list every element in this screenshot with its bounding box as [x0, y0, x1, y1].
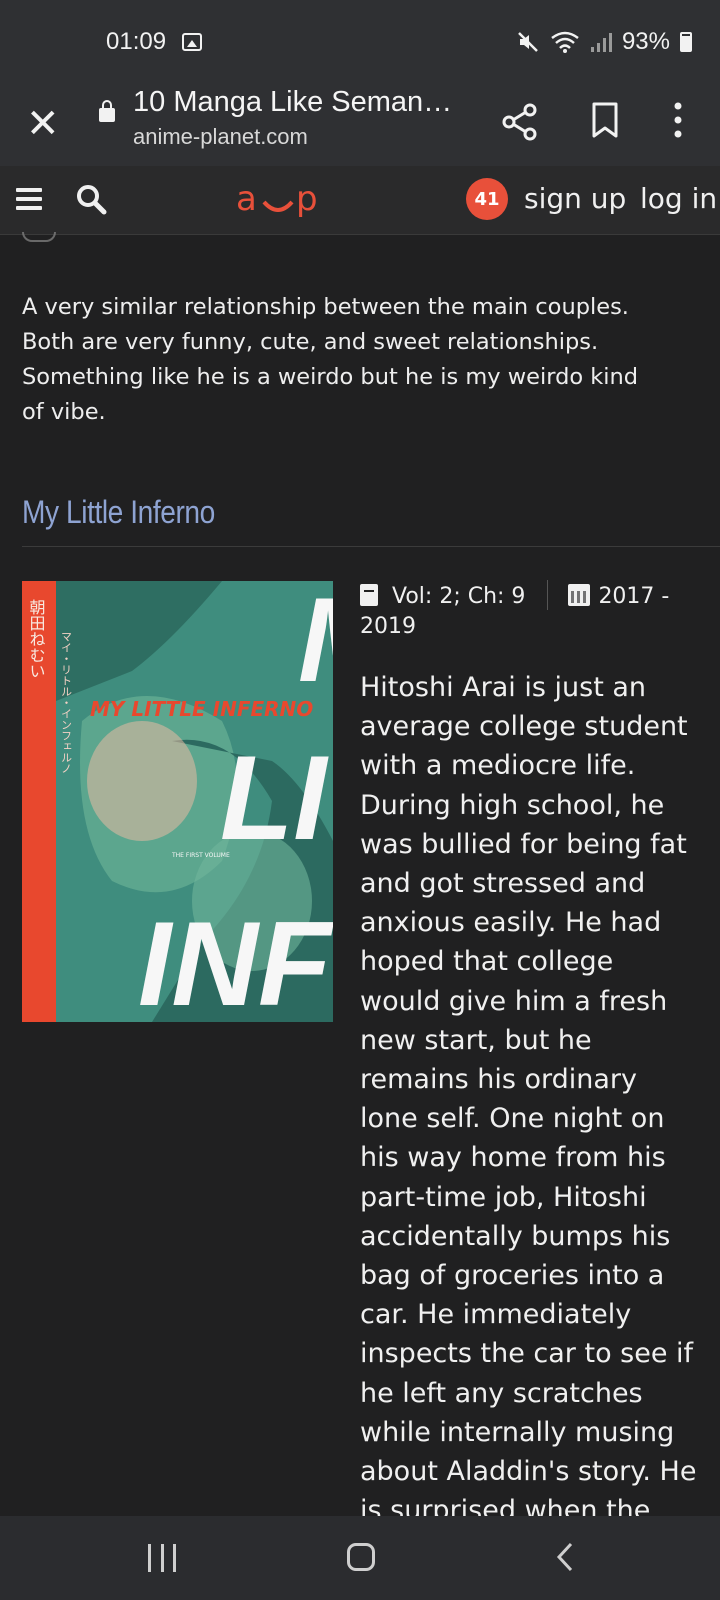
cover-letters-2: LIT [220, 731, 333, 865]
cover-author: 朝田ねむい [27, 599, 46, 679]
mute-icon [518, 32, 538, 52]
status-icons: 93% [516, 28, 692, 56]
hamburger-menu-icon[interactable] [16, 188, 42, 210]
browser-toolbar: ✕ 10 Manga Like Seman… anime-planet.com [0, 84, 720, 166]
signal-icon [590, 33, 612, 52]
back-icon[interactable] [556, 1542, 574, 1572]
more-options-icon[interactable] [672, 100, 684, 140]
status-bar: 01:09 93% [0, 0, 720, 84]
gallery-icon [182, 33, 202, 51]
recents-icon[interactable] [148, 1544, 176, 1572]
notification-badge[interactable]: 41 [466, 178, 508, 220]
site-header: a p 41 sign up log in [0, 166, 720, 235]
close-icon[interactable]: ✕ [26, 104, 60, 144]
svg-text:a: a [236, 179, 257, 219]
page-title[interactable]: 10 Manga Like Seman… [133, 86, 452, 119]
battery-percent: 93% [621, 28, 670, 55]
wifi-icon [551, 31, 579, 53]
log-in-link[interactable]: log in [640, 182, 717, 215]
cover-series-title: MY LITTLE INFERNO [90, 697, 313, 721]
calendar-icon [568, 584, 591, 606]
entry-metadata: Vol: 2; Ch: 9 2017 - 2019 [360, 580, 700, 642]
volumes-chapters: Vol: 2; Ch: 9 [392, 584, 526, 609]
share-icon[interactable] [500, 102, 540, 142]
page-domain[interactable]: anime-planet.com [133, 124, 308, 150]
sign-up-link[interactable]: sign up [524, 182, 626, 215]
cover-vertical-title: マイ・リトル・インフェルノ [60, 631, 73, 774]
meta-separator [547, 580, 549, 610]
lock-icon [99, 100, 115, 122]
svg-text:p: p [296, 179, 318, 219]
cover-letters-3: INFE [138, 897, 333, 1022]
book-icon [360, 584, 378, 606]
entry-title[interactable]: My Little Inferno [22, 494, 215, 531]
battery-icon [680, 32, 692, 52]
search-icon[interactable] [74, 182, 108, 216]
cover-letters-1: M [298, 581, 333, 707]
home-icon[interactable] [347, 1543, 375, 1571]
entry-synopsis: Hitoshi Arai is just an average college … [360, 672, 697, 1565]
system-navigation-bar [0, 1516, 720, 1600]
site-logo[interactable]: a p [236, 176, 332, 224]
bookmark-icon[interactable] [592, 102, 618, 138]
manga-cover-image[interactable]: MY LITTLE INFERNO M LIT INFE THE FIRST V… [22, 581, 333, 1022]
cover-subtitle: THE FIRST VOLUME [171, 852, 230, 859]
reviewer-avatar-partial [22, 232, 56, 242]
recommendation-review: A very similar relationship between the … [22, 294, 639, 425]
clock: 01:09 [106, 28, 167, 55]
divider [22, 546, 720, 547]
